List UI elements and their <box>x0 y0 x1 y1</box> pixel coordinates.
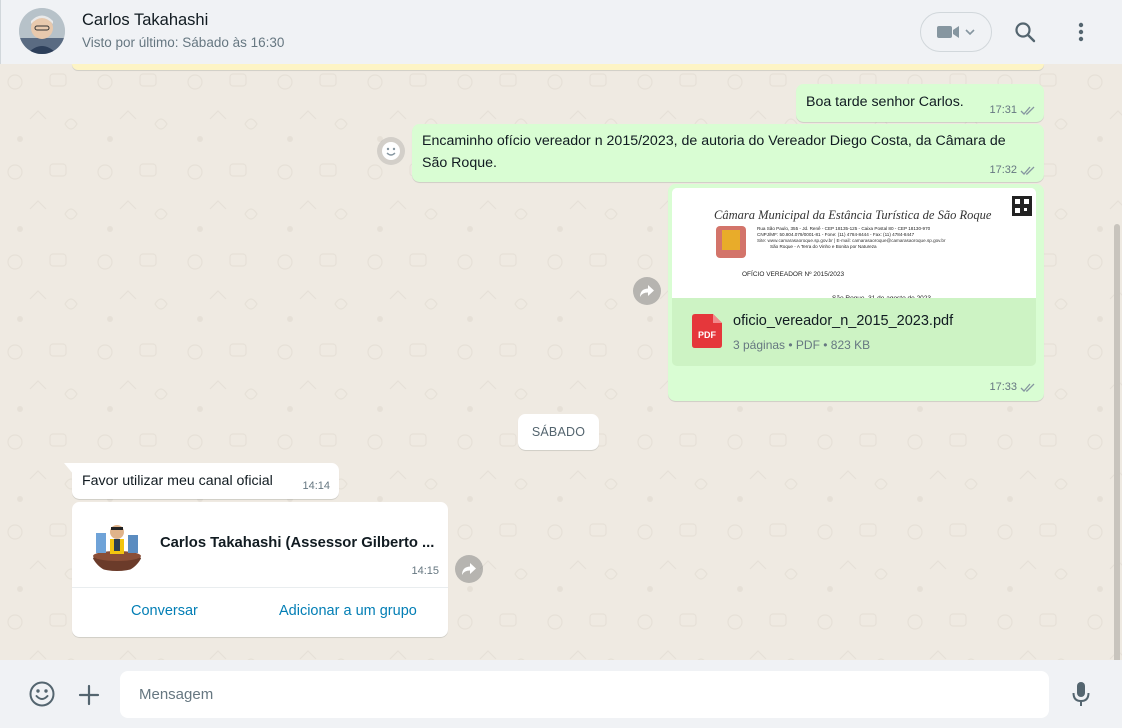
chat-header: Carlos Takahashi Visto por último: Sábad… <box>0 0 1122 64</box>
last-seen-status: Visto por último: Sábado às 16:30 <box>82 35 285 50</box>
pdf-badge-text: PDF <box>698 330 717 340</box>
document-preview-heading: OFÍCIO VEREADOR Nº 2015/2023 <box>742 271 845 278</box>
attach-button[interactable] <box>74 680 104 710</box>
read-ticks-icon <box>1020 106 1035 115</box>
search-button[interactable] <box>1007 14 1043 50</box>
message-time: 17:31 <box>989 104 1017 116</box>
menu-button[interactable] <box>1063 14 1099 50</box>
document-preview-date: São Roque, 31 de agosto de 2023. <box>832 288 933 298</box>
avatar-image <box>19 8 65 54</box>
document-preview-title: Câmara Municipal da Estância Turística d… <box>714 208 992 222</box>
outgoing-message[interactable]: Boa tarde senhor Carlos. 17:31 <box>796 84 1044 122</box>
contact-card-divider <box>72 587 448 588</box>
voice-message-button[interactable] <box>1066 678 1096 710</box>
contact-card-message[interactable]: Carlos Takahashi (Assessor Gilberto ... … <box>72 502 448 637</box>
read-ticks-icon <box>1020 166 1035 175</box>
chevron-down-icon <box>965 29 975 36</box>
message-text: Encaminho ofício vereador n 2015/2023, d… <box>422 133 1006 171</box>
forward-button[interactable] <box>633 277 661 305</box>
forward-arrow-icon <box>640 285 654 297</box>
chat-area[interactable]: Boa tarde senhor Carlos. 17:31 Encaminho… <box>0 64 1122 660</box>
forward-arrow-icon <box>462 563 476 575</box>
message-meta: 17:31 <box>989 103 1036 118</box>
contact-name[interactable]: Carlos Takahashi <box>82 11 208 30</box>
document-file-row[interactable]: PDF oficio_vereador_n_2015_2023.pdf 3 pá… <box>672 298 1036 366</box>
emoji-button[interactable] <box>26 678 58 710</box>
microphone-icon <box>1072 682 1090 706</box>
add-to-group-button[interactable]: Adicionar a um grupo <box>279 600 417 622</box>
document-file-info: 3 páginas • PDF • 823 KB <box>733 338 871 352</box>
smiley-icon <box>382 142 400 160</box>
video-camera-icon <box>937 26 959 38</box>
message-time: 14:15 <box>411 565 439 577</box>
compose-bar <box>0 660 1122 728</box>
incoming-message[interactable]: Favor utilizar meu canal oficial 14:14 <box>64 463 339 499</box>
message-time: 17:32 <box>989 164 1017 176</box>
outgoing-document-message[interactable]: Câmara Municipal da Estância Turística d… <box>668 184 1044 401</box>
message-time: 17:33 <box>989 381 1017 393</box>
contact-avatar[interactable] <box>19 8 65 54</box>
document-preview[interactable]: Câmara Municipal da Estância Turística d… <box>672 188 1036 298</box>
emoji-reaction-button[interactable] <box>377 137 405 165</box>
chat-with-contact-button[interactable]: Conversar <box>131 600 198 622</box>
document-preview-motto: São Roque - A Terra do Vinho e Bonita po… <box>770 244 877 249</box>
menu-dots-icon <box>1078 22 1084 42</box>
message-text: Favor utilizar meu canal oficial <box>82 473 273 489</box>
chat-scrollbar[interactable] <box>1114 224 1120 660</box>
forward-button[interactable] <box>455 555 483 583</box>
previous-message-edge <box>72 64 1044 70</box>
contact-card-name: Carlos Takahashi (Assessor Gilberto ... <box>160 535 435 551</box>
video-call-button[interactable] <box>920 12 992 52</box>
smiley-icon <box>29 681 55 707</box>
date-separator: SÁBADO <box>518 414 599 450</box>
contact-card-avatar-image <box>90 519 144 573</box>
search-icon <box>1015 22 1036 43</box>
message-meta: 17:33 <box>989 380 1036 395</box>
plus-icon <box>78 684 100 706</box>
message-meta: 17:32 <box>989 163 1036 178</box>
document-file-name: oficio_vereador_n_2015_2023.pdf <box>733 313 954 329</box>
message-input[interactable] <box>120 671 1049 718</box>
read-ticks-icon <box>1020 383 1035 392</box>
outgoing-message[interactable]: Encaminho ofício vereador n 2015/2023, d… <box>412 124 1044 182</box>
pdf-file-icon: PDF <box>692 314 722 348</box>
message-text: Boa tarde senhor Carlos. <box>806 94 964 110</box>
bubble-tail <box>64 463 74 475</box>
contact-card-avatar <box>90 519 144 573</box>
message-time: 14:14 <box>302 480 330 492</box>
